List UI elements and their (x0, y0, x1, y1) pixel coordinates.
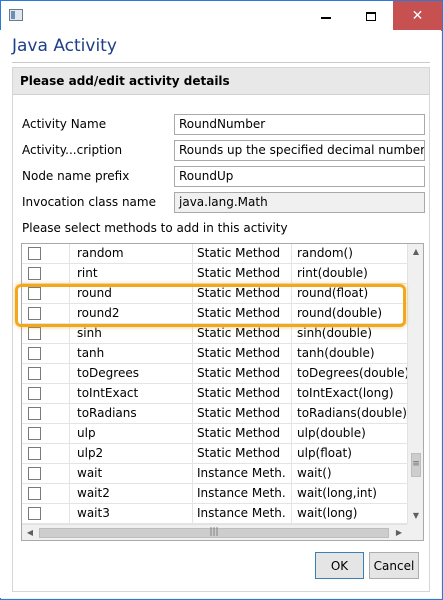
method-name: ulp (77, 426, 96, 440)
minimize-icon (320, 17, 331, 19)
table-row[interactable]: wait Instance Meth... wait() (22, 464, 407, 484)
method-type: Instance Meth... (197, 466, 287, 480)
method-name: ulp2 (77, 446, 104, 460)
cancel-button[interactable]: Cancel (369, 552, 419, 579)
method-signature: ulp(float) (297, 446, 352, 460)
table-row[interactable]: toRadians Static Method toRadians(double) (22, 404, 407, 424)
method-name: toDegrees (77, 366, 139, 380)
vertical-scrollbar[interactable]: ▲ ≡ ▼ (407, 244, 423, 524)
method-name: rint (77, 266, 98, 280)
method-checkbox[interactable] (28, 267, 41, 280)
node-prefix-field[interactable]: RoundUp (174, 166, 425, 187)
method-checkbox[interactable] (28, 507, 41, 520)
method-type: Static Method (197, 406, 281, 420)
panel-header-text: Please add/edit activity details (20, 74, 230, 88)
method-signature: toDegrees(double) (297, 366, 407, 380)
scroll-up-icon[interactable]: ▲ (408, 244, 423, 260)
maximize-button[interactable] (348, 1, 393, 31)
vertical-scroll-thumb[interactable]: ≡ (411, 453, 421, 477)
method-signature: wait() (297, 466, 332, 480)
description-field[interactable]: Rounds up the specified decimal number t… (174, 140, 425, 161)
page-title: Java Activity (12, 36, 117, 56)
table-row[interactable]: sinh Static Method sinh(double) (22, 324, 407, 344)
horizontal-scrollbar[interactable]: ◀ ||| ▶ (22, 524, 407, 540)
maximize-icon (365, 11, 376, 21)
method-type: Static Method (197, 426, 281, 440)
method-name: toIntExact (77, 386, 139, 400)
method-type: Static Method (197, 446, 281, 460)
table-row[interactable]: wait3 Instance Meth... wait(long) (22, 504, 407, 524)
method-type: Static Method (197, 266, 281, 280)
method-name: sinh (77, 326, 102, 340)
close-button[interactable]: ✕ (393, 1, 442, 31)
scroll-right-icon[interactable]: ▶ (391, 525, 407, 540)
method-checkbox[interactable] (28, 467, 41, 480)
table-row[interactable]: tanh Static Method tanh(double) (22, 344, 407, 364)
method-checkbox[interactable] (28, 427, 41, 440)
title-divider (12, 62, 430, 63)
panel-header: Please add/edit activity details (13, 68, 429, 95)
method-type: Static Method (197, 386, 281, 400)
method-signature: toRadians(double) (297, 406, 407, 420)
horizontal-scroll-thumb[interactable]: ||| (39, 527, 389, 538)
method-checkbox[interactable] (28, 347, 41, 360)
minimize-button[interactable] (303, 1, 348, 31)
method-signature: wait(long,int) (297, 486, 377, 500)
method-checkbox[interactable] (28, 367, 41, 380)
description-label: Activity...cription (22, 143, 123, 157)
method-name: wait2 (77, 486, 110, 500)
methods-label: Please select methods to add in this act… (22, 221, 288, 235)
method-signature: sinh(double) (297, 326, 373, 340)
table-row[interactable]: rint Static Method rint(double) (22, 264, 407, 284)
method-signature: random() (297, 246, 353, 260)
activity-name-label: Activity Name (22, 117, 107, 131)
close-icon: ✕ (411, 8, 424, 24)
class-name-label: Invocation class name (22, 195, 156, 209)
method-signature: wait(long) (297, 506, 358, 520)
table-row[interactable]: ulp2 Static Method ulp(float) (22, 444, 407, 464)
method-type: Instance Meth... (197, 486, 287, 500)
scroll-corner (407, 524, 423, 540)
method-name: wait3 (77, 506, 110, 520)
method-type: Static Method (197, 246, 281, 260)
highlight-annotation (15, 284, 406, 327)
hgrip-icon: ||| (209, 527, 219, 537)
table-row[interactable]: ulp Static Method ulp(double) (22, 424, 407, 444)
table-row[interactable]: toDegrees Static Method toDegrees(double) (22, 364, 407, 384)
class-name-field: java.lang.Math (174, 192, 425, 213)
scroll-down-icon[interactable]: ▼ (408, 508, 423, 524)
table-row[interactable]: wait2 Instance Meth... wait(long,int) (22, 484, 407, 504)
method-signature: ulp(double) (297, 426, 366, 440)
table-row[interactable]: toIntExact Static Method toIntExact(long) (22, 384, 407, 404)
ok-button[interactable]: OK (315, 552, 364, 579)
method-checkbox[interactable] (28, 327, 41, 340)
method-type: Static Method (197, 326, 281, 340)
method-checkbox[interactable] (28, 247, 41, 260)
method-type: Instance Meth... (197, 506, 287, 520)
method-checkbox[interactable] (28, 447, 41, 460)
method-signature: tanh(double) (297, 346, 375, 360)
activity-name-field[interactable]: RoundNumber (174, 114, 425, 135)
method-type: Static Method (197, 346, 281, 360)
grip-icon: ≡ (412, 459, 420, 469)
method-type: Static Method (197, 366, 281, 380)
method-checkbox[interactable] (28, 407, 41, 420)
window-app-icon (9, 9, 23, 21)
method-signature: rint(double) (297, 266, 368, 280)
node-prefix-label: Node name prefix (22, 169, 130, 183)
scroll-left-icon[interactable]: ◀ (22, 525, 38, 540)
method-name: toRadians (77, 406, 137, 420)
method-name: random (77, 246, 124, 260)
method-name: wait (77, 466, 103, 480)
method-checkbox[interactable] (28, 387, 41, 400)
method-checkbox[interactable] (28, 487, 41, 500)
method-signature: toIntExact(long) (297, 386, 394, 400)
table-row[interactable]: random Static Method random() (22, 244, 407, 264)
title-bar[interactable]: ✕ (1, 1, 442, 31)
method-name: tanh (77, 346, 105, 360)
